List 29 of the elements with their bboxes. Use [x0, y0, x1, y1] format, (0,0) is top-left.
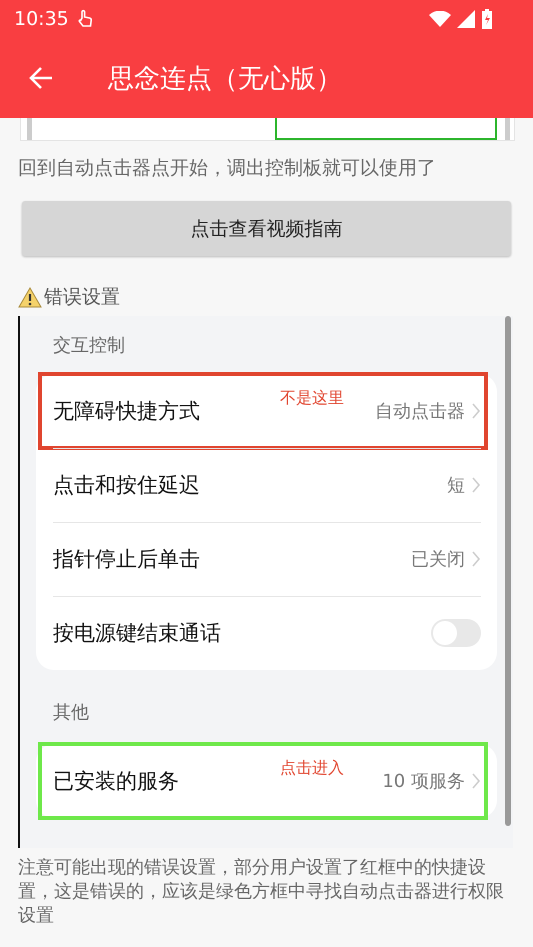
setting-label: 已安装的服务 [53, 768, 179, 795]
video-guide-button[interactable]: 点击查看视频指南 [22, 201, 511, 256]
setting-value: 短 [447, 474, 465, 497]
setting-value: 10 项服务 [382, 770, 465, 793]
warning-title: 错误设置 [44, 285, 120, 310]
annotation-text: 不是这里 [280, 388, 344, 409]
setting-label: 指针停止后单击 [53, 546, 200, 573]
instruction-text: 回到自动点击器点开始，调出控制板就可以使用了 [18, 156, 437, 181]
chevron-icon [471, 772, 481, 790]
setting-label: 无障碍快捷方式 [53, 398, 200, 425]
chevron-icon [471, 402, 481, 420]
section-header: 其他 [52, 701, 90, 725]
setting-label: 点击和按住延迟 [53, 472, 200, 499]
section-header: 交互控制 [52, 334, 126, 358]
setting-label: 按电源键结束通话 [53, 620, 221, 647]
status-time: 10:35 [14, 8, 69, 30]
signal-icon [457, 10, 475, 28]
hand-icon [76, 9, 93, 29]
warning-icon [18, 286, 42, 308]
chevron-icon [471, 476, 481, 494]
wifi-icon [429, 11, 451, 27]
setting-value: 已关闭 [411, 548, 465, 571]
annotation-text: 点击进入 [280, 758, 344, 779]
battery-icon [481, 9, 493, 29]
back-icon[interactable] [28, 65, 54, 91]
caption-text: 注意可能出现的错误设置，部分用户设置了红框中的快捷设置，这是错误的，应该是绿色方框中寻找自动点击器进行权限设置 [18, 856, 505, 928]
chevron-icon [471, 550, 481, 568]
setting-value: 自动点击器 [375, 400, 465, 423]
app-title: 思念连点（无心版） [108, 62, 342, 96]
